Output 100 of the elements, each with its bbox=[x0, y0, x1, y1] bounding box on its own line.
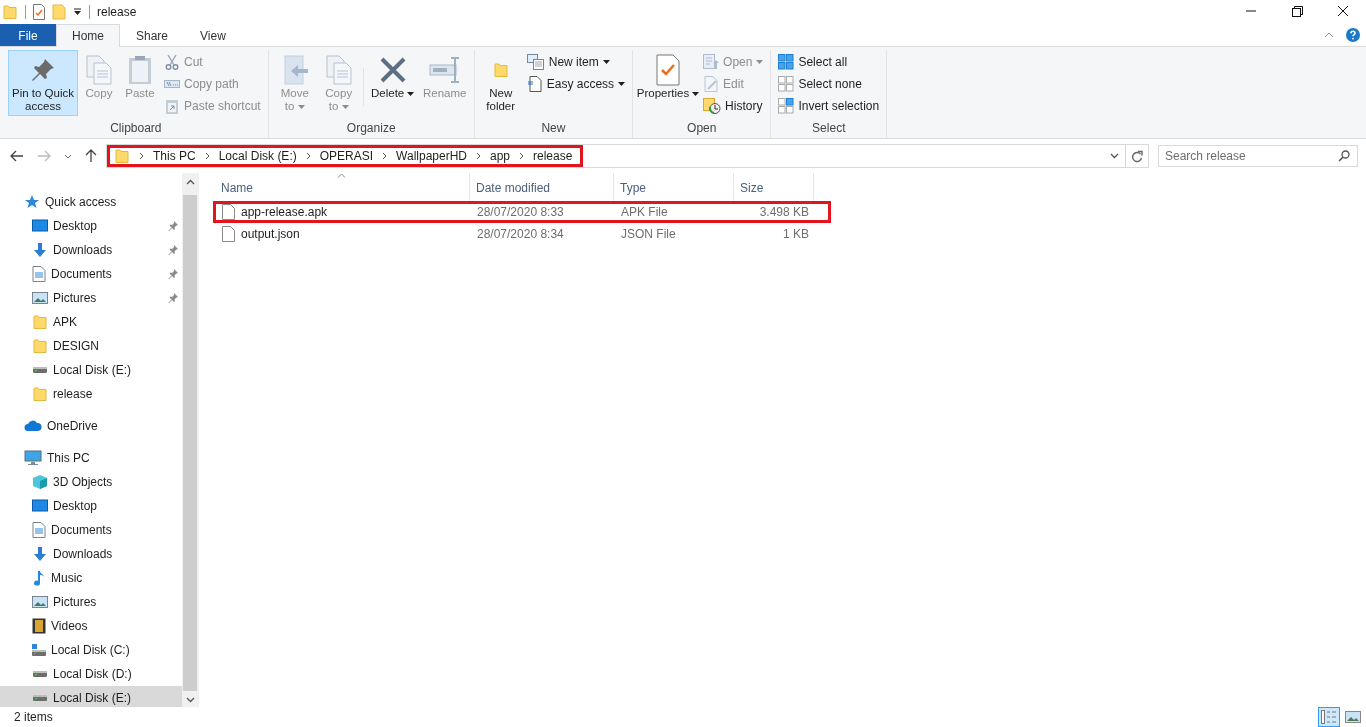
ribbon-button[interactable]: Select all bbox=[775, 51, 883, 73]
tree-item[interactable]: Pictures bbox=[0, 590, 182, 614]
chevron-down-icon[interactable] bbox=[64, 153, 72, 159]
breadcrumb[interactable]: release bbox=[533, 149, 573, 163]
column-header[interactable]: Name bbox=[215, 173, 470, 201]
folder-icon bbox=[32, 386, 48, 402]
column-header[interactable]: Type bbox=[614, 173, 734, 201]
breadcrumb[interactable]: OPERASI bbox=[319, 149, 374, 163]
tree-item[interactable]: Local Disk (C:) bbox=[0, 638, 182, 662]
tree-item[interactable]: OneDrive bbox=[0, 414, 182, 438]
tree-item[interactable]: 3D Objects bbox=[0, 470, 182, 494]
table-cell: 28/07/2020 8:33 bbox=[477, 205, 564, 219]
window-title: release bbox=[97, 5, 137, 19]
column-header[interactable]: Date modified bbox=[470, 173, 614, 201]
refresh-icon[interactable] bbox=[1131, 149, 1143, 163]
picture-icon bbox=[32, 595, 48, 609]
table-cell: app-release.apk bbox=[241, 205, 328, 219]
up-arrow-icon[interactable] bbox=[85, 149, 97, 163]
pin-icon bbox=[168, 269, 178, 279]
tree-item[interactable]: Documents bbox=[0, 262, 182, 286]
tree-item[interactable]: release bbox=[0, 382, 182, 406]
star-icon bbox=[24, 194, 40, 210]
drive-icon bbox=[33, 367, 47, 373]
tree-item[interactable]: Downloads bbox=[0, 542, 182, 566]
ribbon-button[interactable]: Invert selection bbox=[775, 95, 883, 117]
column-header[interactable]: Size bbox=[734, 173, 814, 201]
tree-item[interactable]: Music bbox=[0, 566, 182, 590]
drive-icon bbox=[33, 695, 47, 701]
tree-item[interactable]: APK bbox=[0, 310, 182, 334]
tree-item[interactable]: Desktop bbox=[0, 494, 182, 518]
picture-icon bbox=[1345, 711, 1361, 723]
tree-item[interactable]: Documents bbox=[0, 518, 182, 542]
copy-icon bbox=[85, 55, 113, 85]
tree-item[interactable]: Downloads bbox=[0, 238, 182, 262]
address-bar[interactable]: This PC Local Disk (E:) OPERASI WallpaperHD app release bbox=[106, 144, 1149, 168]
scrollbar[interactable] bbox=[182, 173, 198, 707]
ribbon-tab[interactable]: View bbox=[184, 24, 242, 46]
rename-icon bbox=[428, 56, 461, 84]
grid-icon bbox=[778, 98, 795, 114]
table-cell: output.json bbox=[241, 227, 300, 241]
group-label: Organize bbox=[345, 120, 397, 137]
tree-item[interactable]: Local Disk (D:) bbox=[0, 662, 182, 686]
ribbon-button[interactable]: Pin to Quick access bbox=[8, 50, 78, 116]
chevron-right-icon bbox=[382, 152, 388, 160]
scroll-up-icon[interactable] bbox=[185, 179, 195, 185]
chevron-right-icon bbox=[305, 152, 311, 160]
pin-icon bbox=[168, 221, 178, 231]
computer-icon bbox=[24, 450, 42, 466]
caret-icon bbox=[297, 104, 305, 109]
ribbon-tab[interactable]: Home bbox=[56, 24, 120, 47]
ribbon-button[interactable]: Delete bbox=[366, 50, 419, 116]
collapse-icon[interactable] bbox=[1324, 32, 1334, 38]
breadcrumb[interactable]: This PC bbox=[153, 149, 196, 163]
ribbon-button[interactable]: New item bbox=[523, 51, 629, 73]
picture-icon bbox=[32, 291, 48, 305]
checkmark-document-icon[interactable] bbox=[33, 4, 45, 20]
breadcrumb[interactable]: Local Disk (E:) bbox=[218, 149, 297, 163]
file-row[interactable]: output.json 28/07/2020 8:34 JSON File 1 KB bbox=[213, 223, 831, 245]
ribbon-button[interactable]: Properties bbox=[637, 50, 700, 116]
ribbon-button[interactable]: History bbox=[700, 95, 767, 117]
table-cell: APK File bbox=[621, 205, 668, 219]
back-arrow-icon[interactable] bbox=[10, 150, 24, 162]
caret-icon bbox=[602, 60, 610, 64]
details-view-icon bbox=[1321, 710, 1337, 724]
file-row[interactable]: app-release.apk 28/07/2020 8:33 APK File 3.498 KB bbox=[213, 201, 831, 223]
search-icon bbox=[1338, 150, 1350, 162]
dropdown-icon[interactable] bbox=[73, 8, 82, 16]
scroll-down-icon[interactable] bbox=[185, 697, 195, 703]
search-field[interactable]: Search release bbox=[1158, 145, 1358, 167]
caret-icon bbox=[618, 82, 626, 86]
tree-item[interactable]: Pictures bbox=[0, 286, 182, 310]
caret-icon bbox=[341, 104, 349, 109]
breadcrumb[interactable]: WallpaperHD bbox=[396, 149, 467, 163]
new-item-icon bbox=[526, 54, 545, 70]
pin-icon bbox=[168, 293, 178, 303]
tree-item[interactable]: DESIGN bbox=[0, 334, 182, 358]
ribbon-tab[interactable]: File bbox=[0, 24, 56, 46]
tree-item[interactable]: Quick access bbox=[0, 190, 182, 214]
document-icon bbox=[526, 76, 543, 92]
tree-item[interactable]: Local Disk (E:) bbox=[0, 358, 182, 382]
monitor-icon bbox=[32, 219, 48, 233]
ribbon-button[interactable]: New folder bbox=[478, 50, 523, 116]
scissors-icon bbox=[164, 54, 180, 70]
cube-icon bbox=[32, 474, 48, 490]
tree-item[interactable]: This PC bbox=[0, 446, 182, 470]
edit-icon bbox=[703, 76, 720, 92]
ribbon-tab[interactable]: Share bbox=[120, 24, 185, 46]
caret-icon bbox=[407, 91, 415, 96]
help-icon[interactable] bbox=[1346, 28, 1360, 42]
chevron-down-icon[interactable] bbox=[1110, 153, 1119, 159]
delete-icon bbox=[378, 56, 407, 84]
tree-item[interactable]: Local Disk (E:) bbox=[0, 686, 182, 707]
ribbon-button[interactable]: Select none bbox=[775, 73, 883, 95]
tree-item[interactable]: Desktop bbox=[0, 214, 182, 238]
tree-item[interactable]: Videos bbox=[0, 614, 182, 638]
breadcrumb[interactable]: app bbox=[490, 149, 511, 163]
pin-icon bbox=[168, 245, 178, 255]
ribbon-button[interactable]: Easy access bbox=[523, 73, 629, 95]
view-button[interactable] bbox=[1318, 707, 1340, 727]
chevron-right-icon bbox=[476, 152, 481, 160]
